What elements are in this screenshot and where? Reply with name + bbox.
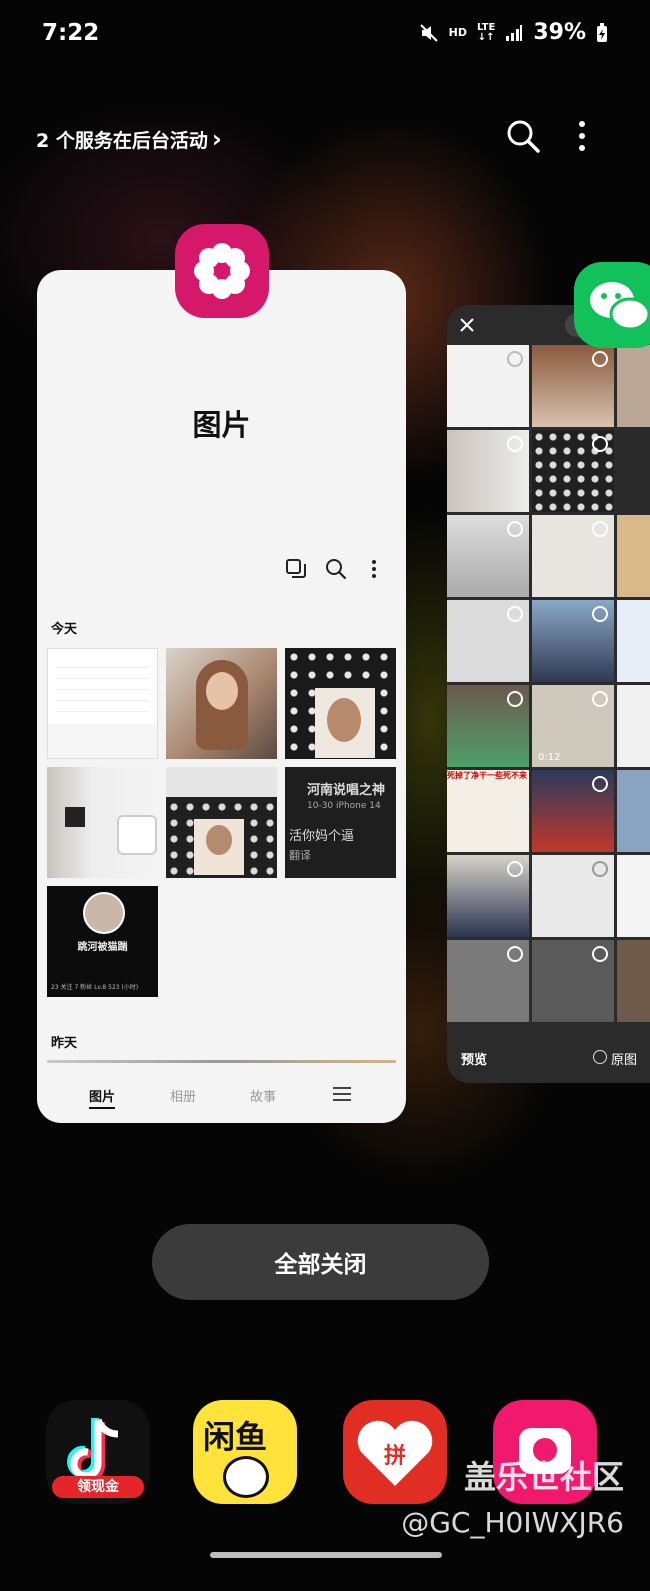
recent-app-card-gallery[interactable]: 图片 今天 河南说唱之神 10-30 iPhone 14 活你妈个逼 翻译 跳河… — [37, 270, 406, 1123]
tab-pictures[interactable]: 图片 — [89, 1086, 116, 1109]
status-icons: HD LTE ↓↑ 39% — [419, 20, 608, 45]
close-all-button[interactable]: 全部关闭 — [152, 1224, 489, 1300]
picker-thumbnail[interactable] — [617, 855, 650, 937]
douyin-badge: 领现金 — [52, 1476, 144, 1498]
yesterday-thumbnails-peek — [47, 1060, 396, 1063]
picker-thumbnail[interactable] — [532, 345, 614, 427]
fish-face-icon — [223, 1456, 269, 1498]
picker-thumbnail[interactable] — [447, 940, 529, 1022]
menu-icon[interactable] — [333, 1086, 351, 1102]
gallery-bottom-tabs: 图片 相册 故事 — [37, 1070, 406, 1120]
pinduoduo-app-icon[interactable]: 拼 — [343, 1400, 447, 1504]
gallery-title: 图片 — [192, 408, 251, 442]
picker-thumbnail[interactable] — [532, 600, 614, 682]
tab-albums[interactable]: 相册 — [170, 1086, 196, 1105]
close-icon[interactable] — [459, 317, 475, 333]
battery-charging-icon — [597, 22, 607, 42]
picker-thumbnail[interactable] — [617, 685, 650, 767]
xianyu-app-icon[interactable]: 闲鱼 — [193, 1400, 297, 1504]
photo-thumbnail[interactable] — [47, 648, 158, 759]
original-radio[interactable] — [593, 1050, 607, 1064]
watermark-site: 盖乐世社区 — [463, 1458, 624, 1496]
photo-picker-grid: 死掉了净干一些死不来 0:12 — [447, 345, 650, 1035]
photo-thumbnail[interactable] — [166, 767, 277, 878]
picker-thumbnail[interactable] — [532, 940, 614, 1022]
chevron-right-icon: › — [211, 125, 222, 153]
picker-thumbnail[interactable] — [447, 685, 529, 767]
status-time: 7:22 — [42, 20, 100, 46]
picker-thumbnail-meme[interactable]: 死掉了净干一些死不来 — [447, 770, 529, 852]
home-indicator[interactable] — [210, 1552, 442, 1558]
photo-thumbnail[interactable] — [285, 648, 396, 759]
photo-thumbnail[interactable] — [47, 767, 158, 878]
picker-thumbnail[interactable] — [532, 770, 614, 852]
picker-thumbnail[interactable] — [447, 855, 529, 937]
signal-icon — [506, 24, 523, 41]
background-services-link[interactable]: 2 个服务在后台活动 › — [36, 125, 222, 153]
search-icon[interactable] — [505, 118, 541, 154]
douyin-app-icon[interactable]: 领现金 — [46, 1400, 150, 1504]
more-options-icon[interactable] — [574, 118, 590, 154]
picker-thumbnail[interactable] — [447, 515, 529, 597]
lte-indicator: LTE ↓↑ — [476, 21, 496, 43]
gallery-search-icon[interactable] — [324, 557, 348, 581]
photo-thumbnail-song-post[interactable]: 河南说唱之神 10-30 iPhone 14 活你妈个逼 翻译 — [285, 767, 396, 878]
picker-thumbnail[interactable] — [617, 430, 650, 512]
picker-thumbnail[interactable] — [447, 345, 529, 427]
section-today: 今天 — [51, 622, 78, 637]
battery-level: 39% — [533, 20, 586, 45]
picker-thumbnail[interactable] — [617, 940, 650, 1022]
picker-thumbnail[interactable] — [532, 430, 614, 512]
gallery-more-icon[interactable] — [362, 557, 386, 581]
picker-thumbnail[interactable] — [617, 515, 650, 597]
photo-thumbnail-profile[interactable]: 跳河被猫踹 23 关注 7 粉丝 Lv.8 523 (小时) — [47, 886, 158, 997]
gallery-app-icon[interactable] — [175, 224, 269, 318]
picker-thumbnail[interactable] — [617, 345, 650, 427]
section-yesterday: 昨天 — [51, 1036, 78, 1051]
watermark-handle: @GC_H0IWXJR6 — [401, 1506, 624, 1539]
picker-bottom-bar: 预览 原图 — [447, 1035, 650, 1083]
picker-thumbnail[interactable] — [447, 430, 529, 512]
picker-thumbnail[interactable] — [617, 770, 650, 852]
flower-icon — [194, 243, 250, 299]
hd-indicator: HD — [448, 26, 467, 39]
preview-button[interactable]: 预览 — [461, 1049, 487, 1068]
picker-thumbnail[interactable] — [532, 515, 614, 597]
picker-thumbnail[interactable] — [617, 600, 650, 682]
chat-bubbles-icon — [590, 282, 650, 331]
wechat-app-icon[interactable] — [574, 262, 650, 348]
tab-stories[interactable]: 故事 — [250, 1086, 276, 1105]
original-label: 原图 — [611, 1053, 638, 1068]
picker-thumbnail[interactable] — [447, 600, 529, 682]
recent-app-card-wechat[interactable]: 死掉了净干一些死不来 0:12 预览 原图 — [447, 305, 650, 1083]
select-icon[interactable] — [284, 557, 308, 581]
picker-thumbnail-video[interactable]: 0:12 — [532, 685, 614, 767]
photo-thumbnail[interactable] — [166, 648, 277, 759]
picker-thumbnail[interactable] — [532, 855, 614, 937]
mute-icon — [419, 23, 438, 42]
